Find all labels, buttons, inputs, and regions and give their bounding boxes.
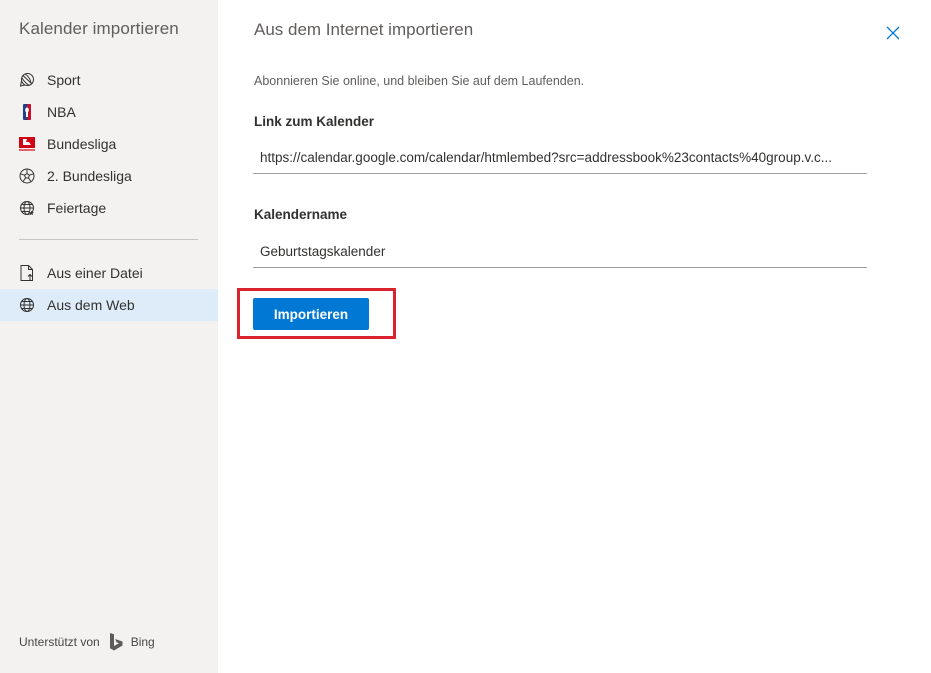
- powered-by-footer: Unterstützt von Bing: [19, 633, 155, 651]
- bing-logo-icon: [109, 633, 123, 651]
- sidebar: Kalender importieren Sport NBA Bundeslig…: [0, 0, 218, 673]
- sidebar-item-sport[interactable]: Sport: [0, 64, 218, 96]
- bundesliga-logo-icon: [19, 136, 35, 152]
- sidebar-item-bundesliga[interactable]: Bundesliga: [0, 128, 218, 160]
- nba-logo-icon: [19, 104, 35, 120]
- calendar-name-label: Kalendername: [254, 207, 348, 222]
- calendar-link-input[interactable]: https://calendar.google.com/calendar/htm…: [253, 142, 867, 174]
- globe-star-icon: [19, 200, 35, 216]
- globe-icon: [19, 297, 35, 313]
- sidebar-item-label: Sport: [47, 72, 81, 88]
- sidebar-item-label: Feiertage: [47, 200, 107, 216]
- calendar-name-input[interactable]: Geburtstagskalender: [253, 236, 867, 268]
- sidebar-item-from-file[interactable]: Aus einer Datei: [0, 257, 218, 289]
- sidebar-item-2-bundesliga[interactable]: 2. Bundesliga: [0, 160, 218, 192]
- sidebar-item-feiertage[interactable]: Feiertage: [0, 192, 218, 224]
- close-icon: [886, 26, 900, 40]
- link-label: Link zum Kalender: [254, 114, 375, 129]
- import-button[interactable]: Importieren: [253, 298, 369, 330]
- sidebar-item-label: Bundesliga: [47, 136, 117, 152]
- file-upload-icon: [19, 265, 35, 281]
- soccer-ball-icon: [19, 168, 35, 184]
- import-panel: Aus dem Internet importieren Abonnieren …: [218, 0, 931, 673]
- sidebar-item-label: Aus dem Web: [47, 297, 135, 313]
- powered-by-text: Unterstützt von: [19, 635, 100, 649]
- sidebar-divider: [19, 239, 198, 240]
- panel-subtitle: Abonnieren Sie online, und bleiben Sie a…: [254, 74, 585, 88]
- sidebar-item-from-web[interactable]: Aus dem Web: [0, 289, 218, 321]
- sidebar-item-label: Aus einer Datei: [47, 265, 143, 281]
- bing-brand-text: Bing: [130, 635, 155, 649]
- panel-title: Aus dem Internet importieren: [254, 20, 474, 39]
- sidebar-title: Kalender importieren: [19, 19, 179, 38]
- sidebar-item-nba[interactable]: NBA: [0, 96, 218, 128]
- close-button[interactable]: [885, 25, 901, 41]
- sidebar-item-label: 2. Bundesliga: [47, 168, 132, 184]
- sidebar-item-label: NBA: [47, 104, 76, 120]
- sport-ball-icon: [19, 72, 35, 88]
